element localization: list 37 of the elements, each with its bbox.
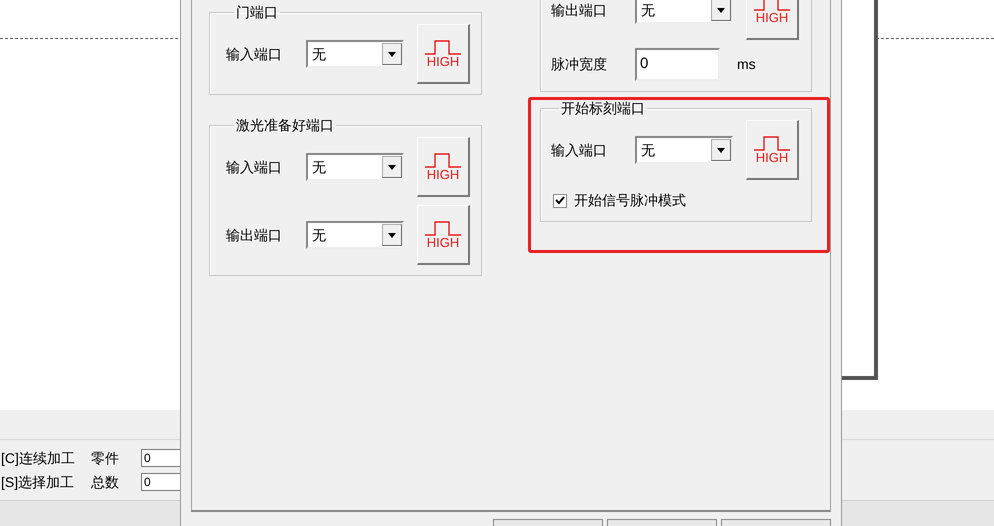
port-label: 输出端口 xyxy=(551,0,608,20)
check-icon xyxy=(555,196,565,205)
port-dropdown[interactable]: 无 xyxy=(306,153,404,181)
checkbox[interactable] xyxy=(553,194,567,208)
pulse-icon xyxy=(752,135,792,151)
counter-label: 零件 xyxy=(91,448,120,468)
port-dropdown[interactable]: 无 xyxy=(306,221,404,249)
port-label: 输入端口 xyxy=(551,140,608,160)
caret-icon xyxy=(717,8,725,12)
unit-label: ms xyxy=(737,55,756,74)
port-label: 输入端口 xyxy=(226,158,283,176)
mode-label: [C]连续加工 xyxy=(1,448,76,468)
checkbox-label: 开始信号脉冲模式 xyxy=(574,191,686,210)
caret-icon xyxy=(388,164,396,170)
port-label: 输入端口 xyxy=(226,44,283,64)
pulse-icon xyxy=(423,220,463,236)
caret-icon xyxy=(717,148,725,152)
pulse-width-field[interactable]: 0 xyxy=(635,48,720,81)
group-title: 门端口 xyxy=(235,4,279,20)
high-button[interactable]: HIGH xyxy=(417,24,470,84)
caret-icon xyxy=(388,232,396,238)
pulse-icon xyxy=(423,39,463,55)
high-button[interactable]: HIGH xyxy=(417,205,470,265)
port-dropdown[interactable]: 无 xyxy=(635,136,733,164)
counter-label: 总数 xyxy=(91,472,120,492)
pulse-icon xyxy=(423,152,463,168)
mode-label: [S]选择加工 xyxy=(1,472,76,492)
high-button[interactable]: HIGH xyxy=(746,120,799,180)
group-title: 开始标刻端口 xyxy=(560,100,646,116)
high-button[interactable]: HIGH xyxy=(417,137,470,197)
pulse-width-label: 脉冲宽度 xyxy=(551,55,608,74)
group-title: 激光准备好端口 xyxy=(235,117,335,133)
high-button[interactable]: HIGH xyxy=(746,0,799,40)
port-dropdown[interactable]: 无 xyxy=(306,40,404,68)
caret-icon xyxy=(388,52,396,56)
port-label: 输出端口 xyxy=(226,226,283,244)
port-dropdown[interactable]: 无 xyxy=(635,0,733,24)
